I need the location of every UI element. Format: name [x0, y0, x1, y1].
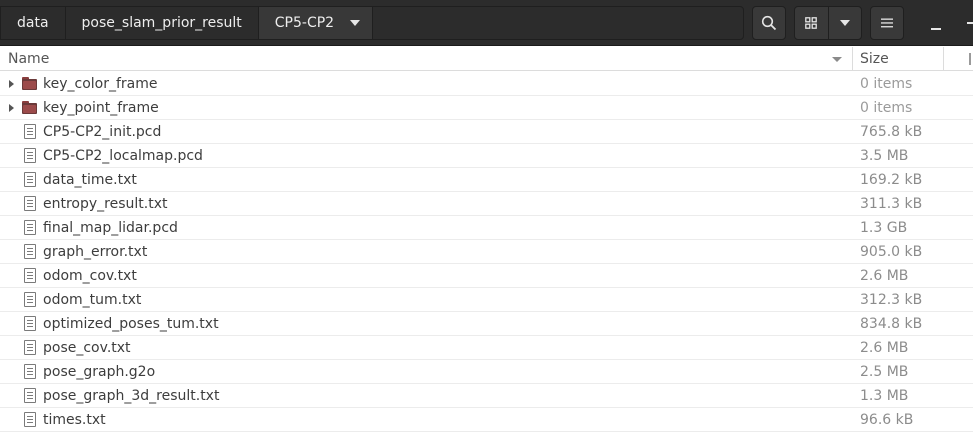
expand-arrow-icon[interactable]	[9, 80, 14, 88]
column-header-name[interactable]: Name	[0, 47, 853, 71]
breadcrumb-item-current[interactable]: CP5-CP2	[258, 7, 374, 39]
text-file-icon	[24, 124, 36, 139]
file-size: 2.6 MB	[860, 340, 909, 356]
expand-arrow-icon[interactable]	[9, 104, 14, 112]
chevron-down-icon	[839, 20, 850, 26]
column-header-size[interactable]: Size	[853, 47, 944, 71]
breadcrumb: data pose_slam_prior_result CP5-CP2	[0, 6, 744, 40]
file-size: 169.2 kB	[860, 172, 923, 188]
menu-button[interactable]	[870, 6, 904, 40]
file-row[interactable]: entropy_result.txt 311.3 kB	[0, 192, 973, 216]
file-size: 311.3 kB	[860, 196, 923, 212]
chevron-down-icon[interactable]	[350, 20, 361, 26]
file-size: 2.6 MB	[860, 268, 909, 284]
sort-descending-icon[interactable]	[832, 57, 842, 62]
breadcrumb-spacer	[373, 7, 743, 39]
file-size: 3.5 MB	[860, 148, 909, 164]
breadcrumb-current-label: CP5-CP2	[274, 15, 335, 31]
text-file-icon	[24, 388, 36, 403]
file-row[interactable]: pose_graph.g2o 2.5 MB	[0, 360, 973, 384]
file-row[interactable]: optimized_poses_tum.txt 834.8 kB	[0, 312, 973, 336]
column-divider	[969, 53, 971, 65]
text-file-icon	[24, 148, 36, 163]
search-button[interactable]	[752, 6, 786, 40]
folder-row[interactable]: key_color_frame 0 items	[0, 72, 973, 96]
folder-row[interactable]: key_point_frame 0 items	[0, 96, 973, 120]
window-control-icon[interactable]	[967, 22, 973, 24]
file-name: pose_graph.g2o	[43, 364, 156, 380]
text-file-icon	[24, 244, 36, 259]
grid-icon	[805, 17, 818, 29]
file-size: 0 items	[860, 76, 913, 92]
file-name: optimized_poses_tum.txt	[43, 316, 219, 332]
file-row[interactable]: final_map_lidar.pcd 1.3 GB	[0, 216, 973, 240]
file-name: final_map_lidar.pcd	[43, 220, 178, 236]
file-size: 834.8 kB	[860, 316, 923, 332]
file-row[interactable]: CP5-CP2_init.pcd 765.8 kB	[0, 120, 973, 144]
file-row[interactable]: CP5-CP2_localmap.pcd 3.5 MB	[0, 144, 973, 168]
file-name: times.txt	[43, 412, 106, 428]
file-size: 96.6 kB	[860, 412, 914, 428]
file-row[interactable]: times.txt 96.6 kB	[0, 408, 973, 432]
text-file-icon	[24, 196, 36, 211]
file-size: 1.3 MB	[860, 388, 909, 404]
grid-view-button[interactable]	[795, 7, 828, 39]
file-row[interactable]: graph_error.txt 905.0 kB	[0, 240, 973, 264]
file-row[interactable]: odom_cov.txt 2.6 MB	[0, 264, 973, 288]
file-size: 2.5 MB	[860, 364, 909, 380]
text-file-icon	[24, 268, 36, 283]
folder-icon	[22, 101, 37, 114]
text-file-icon	[24, 220, 36, 235]
file-name: key_color_frame	[43, 76, 158, 92]
file-name: odom_cov.txt	[43, 268, 137, 284]
text-file-icon	[24, 292, 36, 307]
file-size: 312.3 kB	[860, 292, 923, 308]
text-file-icon	[24, 412, 36, 427]
file-name: graph_error.txt	[43, 244, 148, 260]
column-header: Name Size	[0, 47, 973, 71]
file-row[interactable]: odom_tum.txt 312.3 kB	[0, 288, 973, 312]
file-size: 905.0 kB	[860, 244, 923, 260]
file-size: 0 items	[860, 100, 913, 116]
file-list: key_color_frame 0 items key_point_frame 0 i…	[0, 72, 973, 432]
view-options-button[interactable]	[827, 7, 861, 39]
file-row[interactable]: data_time.txt 169.2 kB	[0, 168, 973, 192]
breadcrumb-item-pose-slam-prior-result[interactable]: pose_slam_prior_result	[66, 7, 259, 39]
file-name: pose_graph_3d_result.txt	[43, 388, 220, 404]
file-row[interactable]: pose_graph_3d_result.txt 1.3 MB	[0, 384, 973, 408]
file-name: CP5-CP2_init.pcd	[43, 124, 162, 140]
text-file-icon	[24, 316, 36, 331]
folder-icon	[22, 77, 37, 90]
text-file-icon	[24, 340, 36, 355]
view-toggle-group	[794, 6, 862, 40]
minimize-icon	[931, 28, 941, 30]
file-name: data_time.txt	[43, 172, 137, 188]
breadcrumb-item-data[interactable]: data	[1, 7, 66, 39]
minimize-button[interactable]	[916, 6, 956, 40]
file-name: key_point_frame	[43, 100, 159, 116]
file-name: CP5-CP2_localmap.pcd	[43, 148, 203, 164]
file-row[interactable]: pose_cov.txt 2.6 MB	[0, 336, 973, 360]
file-size: 1.3 GB	[860, 220, 908, 236]
hamburger-icon	[881, 18, 893, 28]
text-file-icon	[24, 172, 36, 187]
column-header-extra[interactable]	[944, 47, 973, 71]
text-file-icon	[24, 364, 36, 379]
file-name: pose_cov.txt	[43, 340, 131, 356]
file-name: entropy_result.txt	[43, 196, 168, 212]
file-name: odom_tum.txt	[43, 292, 142, 308]
search-icon	[761, 15, 777, 31]
file-size: 765.8 kB	[860, 124, 923, 140]
header-bar: data pose_slam_prior_result CP5-CP2	[0, 0, 973, 46]
